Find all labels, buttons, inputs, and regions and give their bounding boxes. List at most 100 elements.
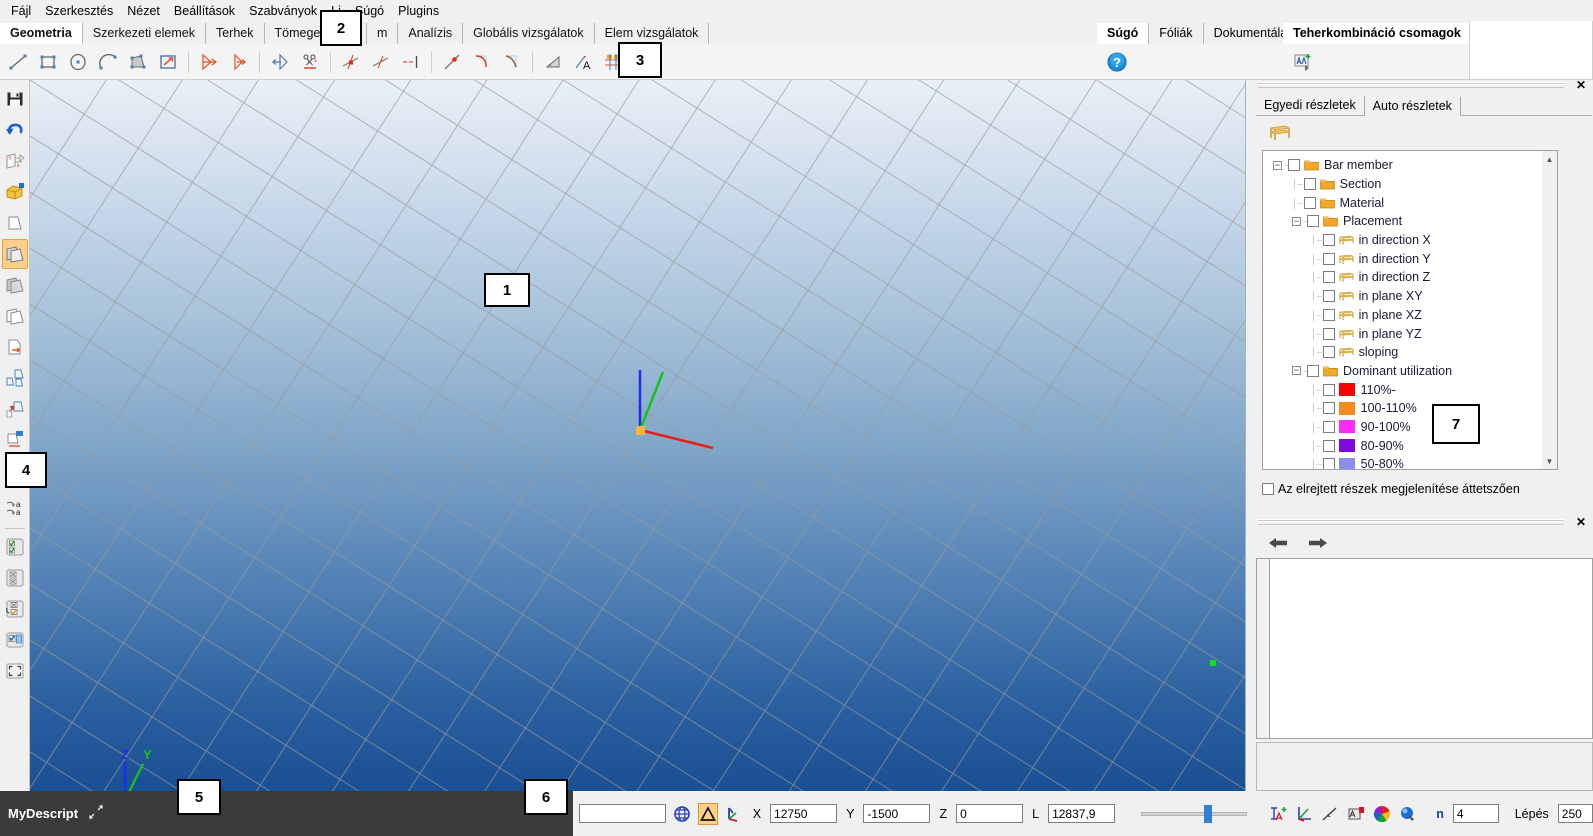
tree-expander-icon[interactable]: − xyxy=(1292,366,1301,376)
tree-item[interactable]: − ·· Dominant utilization xyxy=(1269,362,1558,381)
help-tab-0[interactable]: Súgó xyxy=(1097,23,1150,44)
menu-fajl[interactable]: Fájl xyxy=(4,2,38,20)
scroll-up-icon[interactable]: ▲ xyxy=(1542,151,1557,167)
invert-select-icon[interactable] xyxy=(2,594,28,624)
globe-icon[interactable] xyxy=(672,803,692,825)
help-tab-1[interactable]: Fóliák xyxy=(1149,23,1204,44)
checkbox-box[interactable] xyxy=(1262,483,1274,495)
menu-szabvanyok[interactable]: Szabványok xyxy=(242,2,324,20)
circle-icon[interactable] xyxy=(64,48,92,76)
coordinate-system-icon[interactable]: yx xyxy=(2,146,28,176)
tab-m[interactable]: m xyxy=(367,23,399,44)
line-icon[interactable] xyxy=(4,48,32,76)
tree-checkbox[interactable] xyxy=(1322,439,1335,452)
3d-viewport[interactable]: Z Y X xyxy=(30,80,1245,791)
triangle-measure-icon[interactable] xyxy=(539,48,567,76)
surface-icon[interactable] xyxy=(124,48,152,76)
tab-szerkezeti-elemek[interactable]: Szerkezeti elemek xyxy=(83,23,206,44)
trim-icon[interactable] xyxy=(367,48,395,76)
tree-checkbox[interactable] xyxy=(1288,159,1300,172)
view-slider[interactable] xyxy=(1140,804,1248,823)
color-wheel-icon[interactable] xyxy=(1372,803,1392,825)
subtab-0[interactable]: Egyedi részletek xyxy=(1256,96,1365,115)
tree-item[interactable]: − ·· Bar member xyxy=(1269,156,1558,175)
plane-selected-icon[interactable] xyxy=(1,239,28,269)
command-input[interactable] xyxy=(579,804,666,823)
tree-checkbox[interactable] xyxy=(1322,420,1335,433)
coord-y[interactable]: -1500 xyxy=(863,804,931,823)
tree-checkbox[interactable] xyxy=(1307,364,1319,377)
tree-checkbox[interactable] xyxy=(1303,196,1316,209)
fit-view-icon[interactable] xyxy=(2,656,28,686)
scissors-cut-icon[interactable]: × xyxy=(296,48,324,76)
extend-single-icon[interactable] xyxy=(225,48,253,76)
tree-item[interactable]: │··· in direction X xyxy=(1269,231,1558,250)
undo-icon[interactable] xyxy=(2,115,28,145)
tree-scrollbar[interactable]: ▲ ▼ xyxy=(1542,150,1558,470)
plane-blank-icon[interactable] xyxy=(2,208,28,238)
subtab-1[interactable]: Auto részletek xyxy=(1364,97,1461,116)
loadcomb-tab-0[interactable]: Teherkombináció csomagok xyxy=(1283,23,1472,44)
copy-planes-icon[interactable] xyxy=(2,363,28,393)
tab-glob-lis-vizsg-latok[interactable]: Globális vizsgálatok xyxy=(463,23,595,44)
trim-end-icon[interactable] xyxy=(397,48,425,76)
intersect-point-icon[interactable] xyxy=(337,48,365,76)
forward-arrow-icon[interactable] xyxy=(1304,529,1332,557)
tab-geometria[interactable]: Geometria xyxy=(0,23,83,44)
tab-terhek[interactable]: Terhek xyxy=(206,23,265,44)
tree-item[interactable]: │··· in direction Y xyxy=(1269,249,1558,268)
extend-double-icon[interactable] xyxy=(195,48,223,76)
tree-item[interactable]: │··· in plane XY xyxy=(1269,287,1558,306)
checkall-icon[interactable] xyxy=(2,532,28,562)
menu-nezet[interactable]: Nézet xyxy=(120,2,167,20)
arc-icon[interactable] xyxy=(94,48,122,76)
expand-arrows-icon[interactable] xyxy=(88,804,104,823)
plane-export-icon[interactable] xyxy=(154,48,182,76)
coord-z[interactable]: 0 xyxy=(956,804,1024,823)
page-arrow-icon[interactable] xyxy=(2,332,28,362)
step-value[interactable]: 250 xyxy=(1557,804,1593,823)
mirror-icon[interactable] xyxy=(266,48,294,76)
rectangle-icon[interactable] xyxy=(34,48,62,76)
tree-item[interactable]: │··· 90-100% xyxy=(1269,418,1558,437)
panel-drag-grip[interactable] xyxy=(1258,82,1564,88)
tree-expander-icon[interactable]: − xyxy=(1292,216,1301,226)
tree-item[interactable]: − ·· Placement xyxy=(1269,212,1558,231)
fillet-icon[interactable] xyxy=(468,48,496,76)
back-arrow-icon[interactable] xyxy=(1264,529,1292,557)
plane-gray-icon[interactable] xyxy=(2,270,28,300)
tree-expander-icon[interactable]: − xyxy=(1273,160,1282,170)
delta-snap-icon[interactable] xyxy=(697,802,718,825)
tree-item[interactable]: │··· 50-80% xyxy=(1269,455,1558,469)
close-icon[interactable]: ✕ xyxy=(1570,78,1592,92)
coord-l[interactable]: 12837,9 xyxy=(1048,804,1116,823)
tree-item[interactable]: │··· Section xyxy=(1269,175,1558,194)
tree-checkbox[interactable] xyxy=(1307,215,1319,228)
tree-checkbox[interactable] xyxy=(1322,458,1335,469)
tree-item[interactable]: │··· 80-90% xyxy=(1269,436,1558,455)
axis-chart-icon[interactable] xyxy=(1294,803,1314,825)
plane-white-icon[interactable] xyxy=(2,301,28,331)
load-combination-add-icon[interactable] xyxy=(1289,48,1317,76)
tree-checkbox[interactable] xyxy=(1322,252,1335,265)
plane-stack-icon[interactable] xyxy=(2,425,28,455)
n-value[interactable]: 4 xyxy=(1452,804,1499,823)
rename-a-icon[interactable]: aa xyxy=(2,494,28,524)
uncheckall-icon[interactable] xyxy=(2,563,28,593)
move-plane-icon[interactable] xyxy=(2,394,28,424)
tree-item[interactable]: │··· 100-110% xyxy=(1269,399,1558,418)
new-solid-icon[interactable] xyxy=(2,177,28,207)
tree-checkbox[interactable] xyxy=(1322,402,1335,415)
label-display-icon[interactable] xyxy=(1346,803,1366,825)
help-question-icon[interactable]: ? xyxy=(1103,48,1131,76)
hidden-parts-checkbox[interactable]: Az elrejtett részek megjelenítése áttets… xyxy=(1262,480,1582,498)
tree-item[interactable]: │··· Material xyxy=(1269,193,1558,212)
menu-beallitasok[interactable]: Beállítások xyxy=(167,2,242,20)
tree-checkbox[interactable] xyxy=(1322,383,1335,396)
tree-item[interactable]: │··· in direction Z xyxy=(1269,268,1558,287)
tree-item[interactable]: │··· sloping xyxy=(1269,343,1558,362)
menu-plugins[interactable]: Plugins xyxy=(391,2,446,20)
coord-x[interactable]: 12750 xyxy=(770,804,838,823)
tree-checkbox[interactable] xyxy=(1322,346,1335,359)
tree-checkbox[interactable] xyxy=(1322,327,1335,340)
